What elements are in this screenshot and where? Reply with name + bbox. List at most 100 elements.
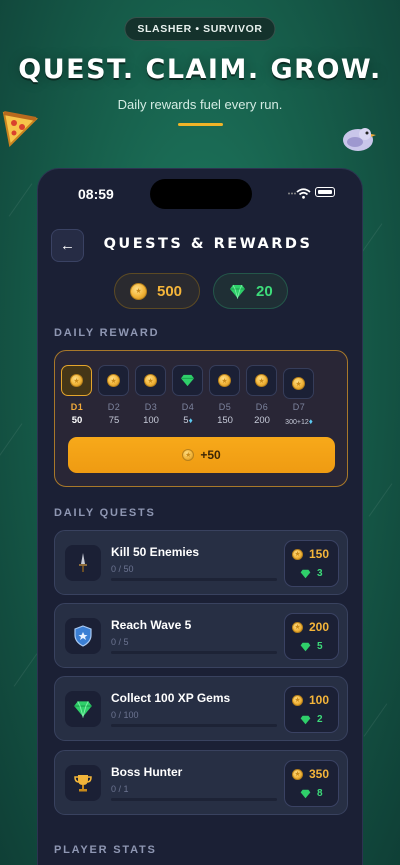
- coin-balance: 500: [114, 273, 200, 309]
- quest-reward-box: 350 8: [284, 760, 339, 807]
- quest-coin-reward: 150: [292, 547, 329, 561]
- quest-title: Kill 50 Enemies: [111, 545, 200, 559]
- day-reward-tile[interactable]: [209, 365, 240, 396]
- quest-card[interactable]: Collect 100 XP Gems 0 / 100 100 2: [54, 676, 348, 741]
- quest-title: Collect 100 XP Gems: [111, 691, 231, 705]
- quest-progress-text: 0 / 1: [111, 784, 129, 794]
- pizza-icon: [2, 111, 39, 147]
- status-bar: 08:59: [38, 169, 362, 219]
- day-amount-value: 100: [143, 415, 159, 426]
- gem-balance: 20: [213, 273, 288, 309]
- phone-frame: 08:59 ← QUESTS & REWARDS 500 20 DAILY RE…: [37, 168, 363, 865]
- quest-coin-value: 100: [309, 693, 330, 707]
- coin-icon: [144, 374, 157, 387]
- coin-icon: [255, 374, 268, 387]
- day-amount-value: 300+12: [285, 419, 309, 426]
- day-label: D4: [181, 402, 195, 412]
- quest-reward-box: 2005: [284, 613, 339, 660]
- gem-icon: [300, 715, 311, 724]
- quest-progress-bar: [111, 798, 277, 801]
- bird-icon: [343, 128, 376, 151]
- player-stats-heading: PLAYER STATS: [54, 844, 157, 856]
- day-reward-tile[interactable]: [135, 365, 166, 396]
- quest-coin-reward: 100: [292, 693, 329, 707]
- hero-accent-bar: [178, 123, 223, 126]
- day-reward-tile[interactable]: [283, 368, 314, 399]
- quest-title: Reach Wave 5: [111, 618, 192, 632]
- quest-card[interactable]: Kill 50 Enemies0 / 501503: [54, 530, 348, 595]
- dynamic-island: [150, 179, 252, 209]
- quest-gem-value: 5: [317, 641, 323, 652]
- coin-icon: [292, 377, 305, 390]
- quest-coin-value: 350: [309, 767, 330, 781]
- day-label: D3: [144, 402, 158, 412]
- day-amount-value: 75: [108, 415, 120, 426]
- quest-gem-reward: 8: [300, 788, 323, 799]
- quest-gem-value: 8: [317, 788, 323, 799]
- gem-icon: [300, 789, 311, 798]
- daily-reward-heading: DAILY REWARD: [54, 327, 160, 339]
- gem-icon: [230, 284, 245, 299]
- wifi-icon: [296, 188, 311, 199]
- day-label: D7: [292, 402, 306, 412]
- quest-coin-value: 200: [309, 620, 330, 634]
- dagger-icon: [65, 545, 101, 581]
- status-time: 08:59: [78, 186, 114, 202]
- gem-icon: [300, 569, 311, 578]
- daily-quests-heading: DAILY QUESTS: [54, 507, 156, 519]
- day-reward-tile[interactable]: [246, 365, 277, 396]
- coin-balance-value: 500: [157, 282, 183, 300]
- gem-icon: [300, 642, 311, 651]
- quest-progress-text: 0 / 50: [111, 564, 134, 574]
- coin-icon: [218, 374, 231, 387]
- day-amount-value: 150: [217, 415, 233, 426]
- small-gem-icon: ♦: [308, 417, 313, 426]
- quest-title: Boss Hunter: [111, 765, 183, 779]
- quest-coin-value: 150: [309, 547, 330, 561]
- day-reward-tile[interactable]: [61, 365, 92, 396]
- quest-coin-reward: 350: [292, 767, 329, 781]
- trophy-icon: [65, 765, 101, 801]
- daily-reward-card: +50 D150D275D3100D45♦D5150D6200D7300+12♦: [54, 350, 348, 487]
- signal-icon: [288, 192, 296, 195]
- day-label: D1: [70, 402, 84, 412]
- quest-progress-bar: [111, 724, 277, 727]
- gem-icon: [65, 691, 101, 727]
- day-reward-tile[interactable]: [98, 365, 129, 396]
- day-label: D5: [218, 402, 232, 412]
- quest-gem-reward: 5: [300, 641, 323, 652]
- coin-icon: [107, 374, 120, 387]
- day-reward-tile[interactable]: [172, 365, 203, 396]
- small-gem-icon: ♦: [188, 416, 193, 425]
- coin-icon: [182, 449, 195, 461]
- claim-daily-button[interactable]: +50: [68, 437, 335, 473]
- battery-icon: [315, 187, 335, 197]
- quest-gem-value: 3: [317, 568, 323, 579]
- hero-headline: QUEST. CLAIM. GROW.: [18, 54, 382, 85]
- quest-coin-reward: 200: [292, 620, 329, 634]
- quest-progress-text: 0 / 100: [111, 710, 139, 720]
- coin-icon: [70, 374, 83, 387]
- quest-card[interactable]: Boss Hunter 0 / 1 350 8: [54, 750, 348, 815]
- day-amount: 300+12♦: [274, 417, 324, 426]
- coin-icon: [130, 282, 147, 300]
- day-amount-value: 200: [254, 415, 270, 426]
- day-amount-value: 50: [71, 415, 83, 426]
- coin-icon: [292, 548, 303, 560]
- hero-subheadline: Daily rewards fuel every run.: [117, 97, 283, 112]
- coin-icon: [292, 621, 303, 633]
- brand-pill: SLASHER • SURVIVOR: [124, 17, 276, 41]
- gem-icon: [181, 374, 194, 387]
- day-label: D6: [255, 402, 269, 412]
- quest-progress-bar: [111, 578, 277, 581]
- claim-label: +50: [200, 448, 221, 462]
- quest-gem-value: 2: [317, 714, 323, 725]
- quest-reward-box: 1503: [284, 540, 339, 587]
- coin-icon: [292, 694, 303, 706]
- quest-gem-reward: 3: [300, 568, 323, 579]
- quest-progress-bar: [111, 651, 277, 654]
- coin-icon: [292, 768, 303, 780]
- quest-gem-reward: 2: [300, 714, 323, 725]
- quest-card[interactable]: Reach Wave 50 / 52005: [54, 603, 348, 668]
- shield-icon: [65, 618, 101, 654]
